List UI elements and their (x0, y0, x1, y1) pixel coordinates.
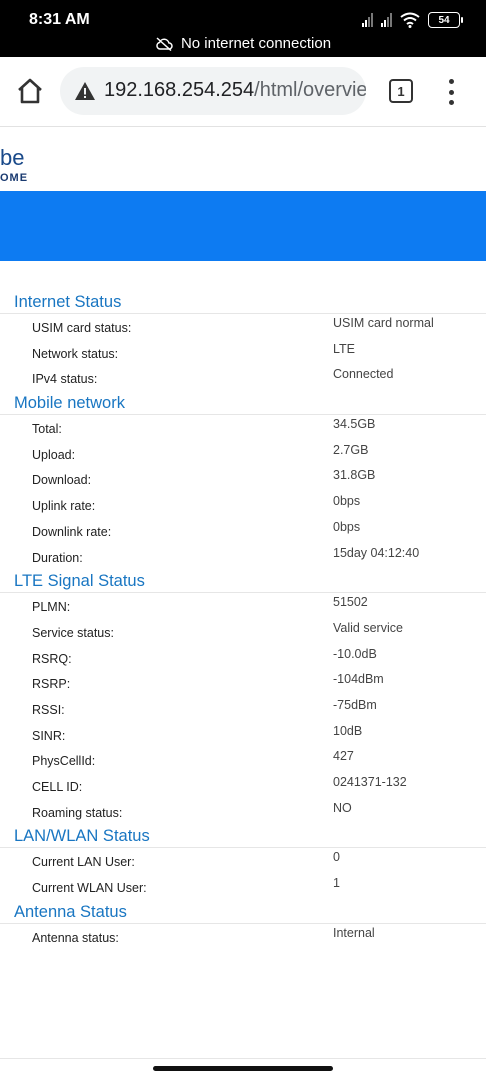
row-label: CELL ID: (32, 780, 83, 794)
row-label: IPv4 status: (32, 372, 98, 387)
row-value: Internal (333, 925, 375, 940)
home-icon[interactable] (16, 77, 44, 105)
url-host: 192.168.254.254 (104, 79, 255, 101)
row-value: NO (333, 800, 352, 815)
row-label: PhysCellId: (32, 754, 96, 769)
logo-main-text: be (0, 145, 25, 170)
signal-icon (362, 13, 373, 27)
status-row: Uplink rate: 0bps (0, 492, 486, 518)
row-label: Antenna status: (32, 930, 119, 945)
row-value: 51502 (333, 595, 368, 610)
status-row: Current LAN User: 0 (0, 848, 486, 874)
row-value: 0bps (333, 519, 361, 534)
row-label: Total: (32, 422, 62, 437)
section-title: LAN/WLAN Status (0, 824, 486, 849)
status-row: IPv4 status: Connected (0, 365, 486, 391)
row-value: LTE (333, 341, 355, 356)
section-title: Mobile network (0, 391, 486, 416)
row-label: Network status: (32, 346, 119, 361)
home-gesture-handle[interactable] (153, 1066, 333, 1071)
row-label: SINR: (32, 728, 66, 743)
status-row: CELL ID: 0241371-132 (0, 773, 486, 799)
status-row: Roaming status: NO (0, 799, 486, 825)
row-label: PLMN: (32, 600, 71, 615)
status-row: Current WLAN User: 1 (0, 874, 486, 900)
section-title: LTE Signal Status (0, 569, 486, 594)
status-row: RSRQ: -10.0dB (0, 645, 486, 671)
status-icons: 54 (362, 12, 463, 28)
network-message: No internet connection (180, 35, 332, 52)
wifi-icon (400, 12, 420, 28)
row-value: 15day 04:12:40 (333, 545, 420, 560)
row-value: 427 (333, 749, 354, 764)
status-row: Download: 31.8GB (0, 466, 486, 492)
status-row: USIM card status: USIM card normal (0, 314, 486, 340)
warning-icon[interactable] (74, 80, 96, 102)
url-path: /html/overvie (254, 79, 366, 101)
gesture-bar (0, 1058, 486, 1080)
row-value: 31.8GB (333, 468, 376, 483)
status-row: Service status: Valid service (0, 619, 486, 645)
status-bar: 8:31 AM 54 No internet connection (0, 0, 486, 57)
tab-count: 1 (397, 83, 405, 99)
row-label: RSSI: (32, 702, 65, 717)
row-label: Download: (32, 473, 92, 488)
network-status-bar: No internet connection (0, 35, 486, 52)
status-time: 8:31 AM (29, 11, 90, 28)
row-value: -10.0dB (333, 646, 377, 661)
status-row: Network status: LTE (0, 340, 486, 366)
overview-content: Internet Status USIM card status: USIM ca… (0, 290, 486, 949)
row-label: USIM card status: (32, 321, 132, 335)
row-label: Upload: (32, 447, 76, 462)
status-row: Upload: 2.7GB (0, 441, 486, 467)
status-row: RSRP: -104dBm (0, 670, 486, 696)
row-value: USIM card normal (333, 316, 434, 330)
row-label: Downlink rate: (32, 524, 112, 539)
status-row: PhysCellId: 427 (0, 747, 486, 773)
row-label: Uplink rate: (32, 499, 96, 514)
row-label: RSRQ: (32, 651, 72, 666)
row-value: -104dBm (333, 672, 384, 687)
battery-icon: 54 (428, 12, 463, 28)
browser-toolbar: 192.168.254.254/html/overvie 1 (0, 57, 486, 127)
header-banner (0, 191, 486, 261)
status-row: Total: 34.5GB (0, 415, 486, 441)
row-value: 0 (333, 850, 340, 865)
status-row: SINR: 10dB (0, 722, 486, 748)
row-value: 0241371-132 (333, 775, 407, 789)
row-value: 0bps (333, 494, 361, 509)
row-value: 2.7GB (333, 442, 369, 457)
row-label: Roaming status: (32, 805, 123, 820)
section-title: Internet Status (0, 290, 486, 314)
row-value: -75dBm (333, 697, 377, 712)
row-label: Service status: (32, 625, 114, 640)
status-row: RSSI: -75dBm (0, 696, 486, 722)
row-value: 10dB (333, 723, 363, 738)
status-row: Antenna status: Internal (0, 924, 486, 950)
cloud-off-icon (156, 36, 173, 51)
row-label: Duration: (32, 550, 83, 565)
more-options-icon[interactable] (446, 79, 456, 105)
row-value: 1 (333, 876, 340, 891)
signal-icon (381, 13, 392, 27)
row-label: Current WLAN User: (32, 881, 147, 896)
row-label: Current LAN User: (32, 855, 135, 870)
row-value: Connected (333, 367, 394, 382)
url-text[interactable]: 192.168.254.254/html/overvie (104, 79, 366, 102)
address-bar[interactable]: 192.168.254.254/html/overvie (60, 67, 366, 115)
status-row: Downlink rate: 0bps (0, 518, 486, 544)
site-logo[interactable]: be OME (0, 145, 28, 184)
row-label: RSRP: (32, 677, 71, 692)
row-value: Valid service (333, 620, 403, 635)
status-row: Duration: 15day 04:12:40 (0, 544, 486, 570)
row-value: 34.5GB (333, 417, 376, 432)
section-title: Antenna Status (0, 900, 486, 924)
battery-level: 54 (438, 14, 450, 26)
tab-switcher-button[interactable]: 1 (389, 79, 413, 103)
logo-sub-text: OME (0, 172, 29, 184)
status-row: PLMN: 51502 (0, 593, 486, 619)
